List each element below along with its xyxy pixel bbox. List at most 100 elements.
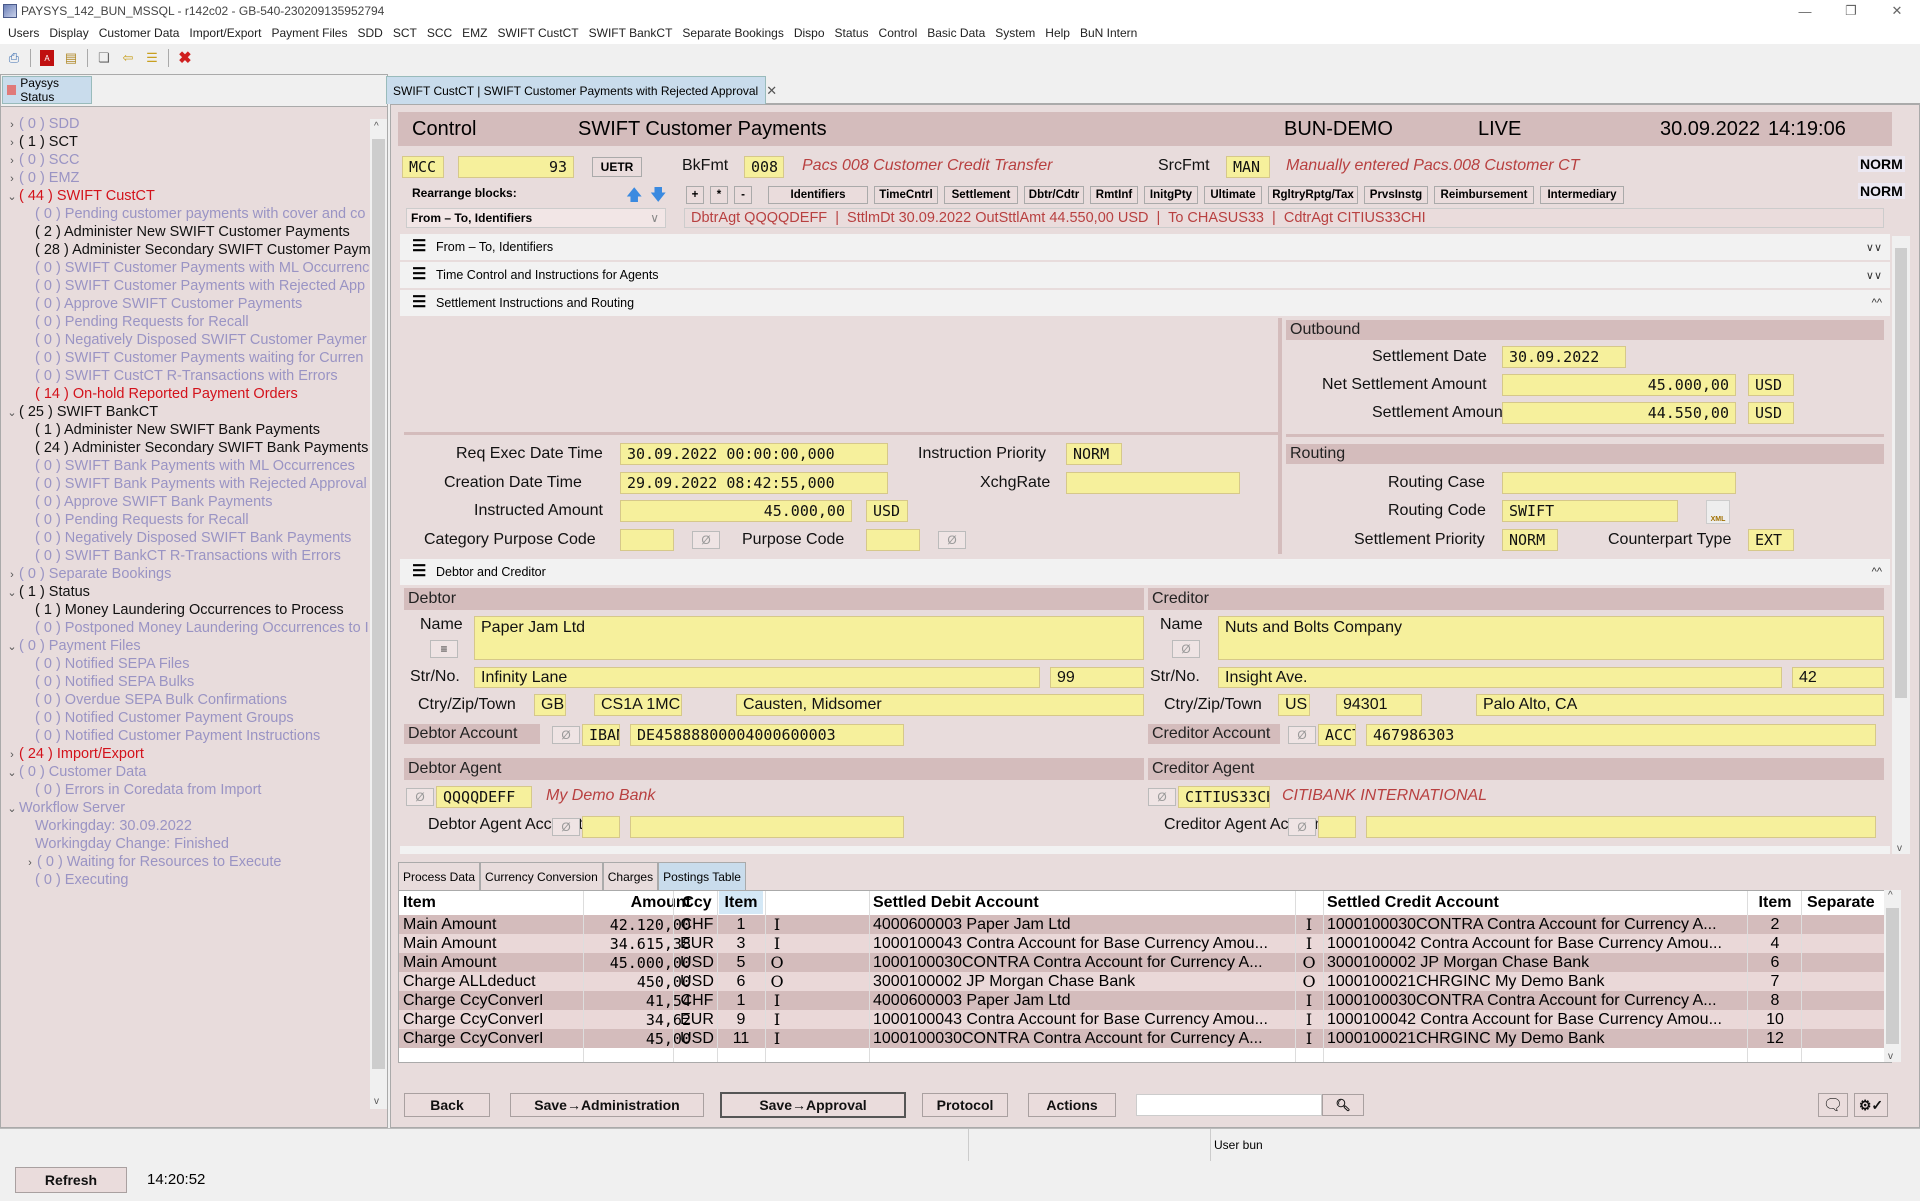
null-toggle-icon[interactable]: Ø (552, 726, 580, 744)
block-button-intermediary[interactable]: Intermediary (1540, 186, 1624, 204)
scroll-up-icon[interactable]: ^ (374, 121, 379, 132)
settlement-amount-field[interactable]: 44.550,00 (1502, 402, 1736, 424)
column-header-settled-credit-account[interactable]: Settled Credit Account (1327, 894, 1747, 912)
section-time-control[interactable]: ☰ Time Control and Instructions for Agen… (400, 262, 1890, 288)
chevron-down-icon[interactable]: ⌄ (5, 402, 19, 424)
move-up-icon[interactable]: 🡅 (626, 184, 642, 211)
menu-sdd[interactable]: SDD (353, 26, 388, 40)
routing-case-field[interactable] (1502, 472, 1736, 494)
creation-date-field[interactable]: 29.09.2022 08:42:55,000 (620, 472, 888, 494)
debtor-zip-field[interactable]: CS1A 1MC (594, 694, 682, 716)
close-icon[interactable]: ✕ (1874, 0, 1920, 22)
pdf-icon[interactable]: A (37, 48, 57, 68)
block-button-reimbursement[interactable]: Reimbursement (1434, 186, 1534, 204)
search-button[interactable]: 🔍︎ (1322, 1094, 1364, 1116)
null-toggle-icon[interactable]: Ø (1288, 818, 1316, 836)
debtor-name-field[interactable]: Paper Jam Ltd (474, 616, 1144, 660)
hamburger-icon[interactable]: ☰ (412, 295, 426, 311)
tab-postings-table[interactable]: Postings Table (658, 862, 746, 890)
menu-help[interactable]: Help (1041, 26, 1076, 40)
column-header-amount[interactable]: Amount (587, 894, 691, 912)
actions-button[interactable]: Actions (1028, 1093, 1116, 1117)
debtor-country-field[interactable]: GB (534, 694, 566, 716)
creditor-country-field[interactable]: US (1278, 694, 1310, 716)
creditor-zip-field[interactable]: 94301 (1336, 694, 1422, 716)
collapse-icon[interactable]: ^^ (1872, 297, 1882, 309)
xml-file-icon[interactable]: XML (1706, 500, 1730, 524)
creditor-account-type[interactable]: ACCT (1318, 724, 1356, 746)
save-approval-button[interactable]: Save→Approval (720, 1092, 906, 1118)
tab-process-data[interactable]: Process Data (398, 862, 481, 890)
menu-swift-bankct[interactable]: SWIFT BankCT (585, 26, 679, 40)
column-separator[interactable] (583, 891, 584, 1062)
uetr-button[interactable]: UETR (592, 157, 642, 177)
scroll-up-icon[interactable]: ^ (1888, 890, 1893, 901)
protocol-button[interactable]: Protocol (922, 1093, 1008, 1117)
table-vertical-scrollbar[interactable]: ^ v (1884, 890, 1901, 1062)
menu-users[interactable]: Users (4, 26, 45, 40)
chevron-down-icon[interactable]: ⌄ (5, 798, 19, 820)
null-toggle-icon[interactable]: Ø (406, 788, 434, 806)
refresh-button[interactable]: Refresh (15, 1167, 127, 1193)
tree-vertical-scrollbar[interactable]: ^ v (370, 119, 387, 1109)
instructed-amount-field[interactable]: 45.000,00 (620, 500, 852, 522)
table-row[interactable]: Charge CcyConverI 34,62 EUR 9 I 1000100043 Co… (399, 1010, 1887, 1029)
table-row[interactable]: Main Amount 45.000,00 USD 5 O 1000100030CONTR… (399, 953, 1887, 972)
print-icon[interactable]: ⎙ (4, 48, 24, 68)
null-toggle-icon[interactable]: Ø (552, 818, 580, 836)
req-exec-field[interactable]: 30.09.2022 00:00:00,000 (620, 443, 888, 465)
column-separator[interactable] (717, 891, 718, 1062)
debtor-street-field[interactable]: Infinity Lane (474, 667, 1040, 688)
delete-icon[interactable]: ✖ (175, 48, 195, 68)
close-tab-icon[interactable]: ✕ (766, 83, 777, 99)
column-separator[interactable] (1801, 891, 1802, 1062)
instruction-priority-field[interactable]: NORM (1066, 443, 1122, 465)
chevron-down-icon[interactable]: ⌄ (5, 186, 19, 208)
srcfmt-value[interactable]: MAN (1226, 156, 1270, 178)
menu-separate-bookings[interactable]: Separate Bookings (678, 26, 789, 40)
null-toggle-icon[interactable]: Ø (1172, 640, 1200, 658)
net-settlement-amount-field[interactable]: 45.000,00 (1502, 374, 1736, 396)
settlement-priority-field[interactable]: NORM (1502, 529, 1558, 551)
debtor-town-field[interactable]: Causten, Midsomer (736, 694, 1144, 716)
tab-paysys-status[interactable]: Paysys Status (2, 76, 92, 104)
null-toggle-icon[interactable]: Ø (692, 531, 720, 549)
block-button-settlement[interactable]: Settlement (944, 186, 1018, 204)
debtor-account-type[interactable]: IBAN (582, 724, 620, 746)
section-debtor-creditor[interactable]: ☰ Debtor and Creditor ^^ (400, 559, 1890, 585)
column-separator[interactable] (673, 891, 674, 1062)
category-purpose-field[interactable] (620, 529, 674, 551)
menu-scc[interactable]: SCC (423, 26, 458, 40)
block-button-ultimate[interactable]: Ultimate (1204, 186, 1262, 204)
counterpart-type-field[interactable]: EXT (1748, 529, 1794, 551)
block-button-dbtr-cdtr[interactable]: Dbtr/Cdtr (1024, 186, 1084, 204)
multiline-icon[interactable]: ≡ (430, 640, 458, 658)
collapse-icon[interactable]: ^^ (1872, 566, 1882, 578)
column-header-credit-item[interactable]: Item (1751, 894, 1799, 912)
table-row[interactable]: Charge ALLdeduct 450,00 USD 6 O 3000100002 JP… (399, 972, 1887, 991)
menu-sct[interactable]: SCT (389, 26, 423, 40)
export-icon[interactable]: ▤ (61, 48, 81, 68)
creditor-town-field[interactable]: Palo Alto, CA (1476, 694, 1884, 716)
copy-icon[interactable]: ❏ (94, 48, 114, 68)
column-header-debit-item[interactable]: Item (719, 891, 763, 914)
purpose-code-field[interactable] (866, 529, 920, 551)
routing-code-field[interactable]: SWIFT (1502, 500, 1678, 522)
debtor-number-field[interactable]: 99 (1050, 667, 1144, 688)
creditor-agent-account-field[interactable] (1366, 816, 1876, 838)
block-button-identifiers[interactable]: Identifiers (768, 186, 868, 204)
tab-charges[interactable]: Charges (602, 862, 659, 890)
debtor-account-field[interactable]: DE45888800004000600003 (630, 724, 904, 746)
block-action-button[interactable]: + (686, 186, 704, 204)
bkfmt-value[interactable]: 008 (744, 156, 784, 178)
chevron-down-icon[interactable]: ⌄ (5, 636, 19, 658)
creditor-account-field[interactable]: 467986303 (1366, 724, 1876, 746)
move-down-icon[interactable]: 🡇 (650, 184, 666, 211)
creditor-agent-bic[interactable]: CITIUS33CHI (1178, 786, 1270, 808)
menu-customer-data[interactable]: Customer Data (95, 26, 186, 40)
menu-system[interactable]: System (991, 26, 1041, 40)
search-input[interactable] (1136, 1094, 1322, 1116)
chevron-down-icon[interactable]: ⌄ (5, 582, 19, 604)
column-separator[interactable] (1747, 891, 1748, 1062)
null-toggle-icon[interactable]: Ø (1288, 726, 1316, 744)
